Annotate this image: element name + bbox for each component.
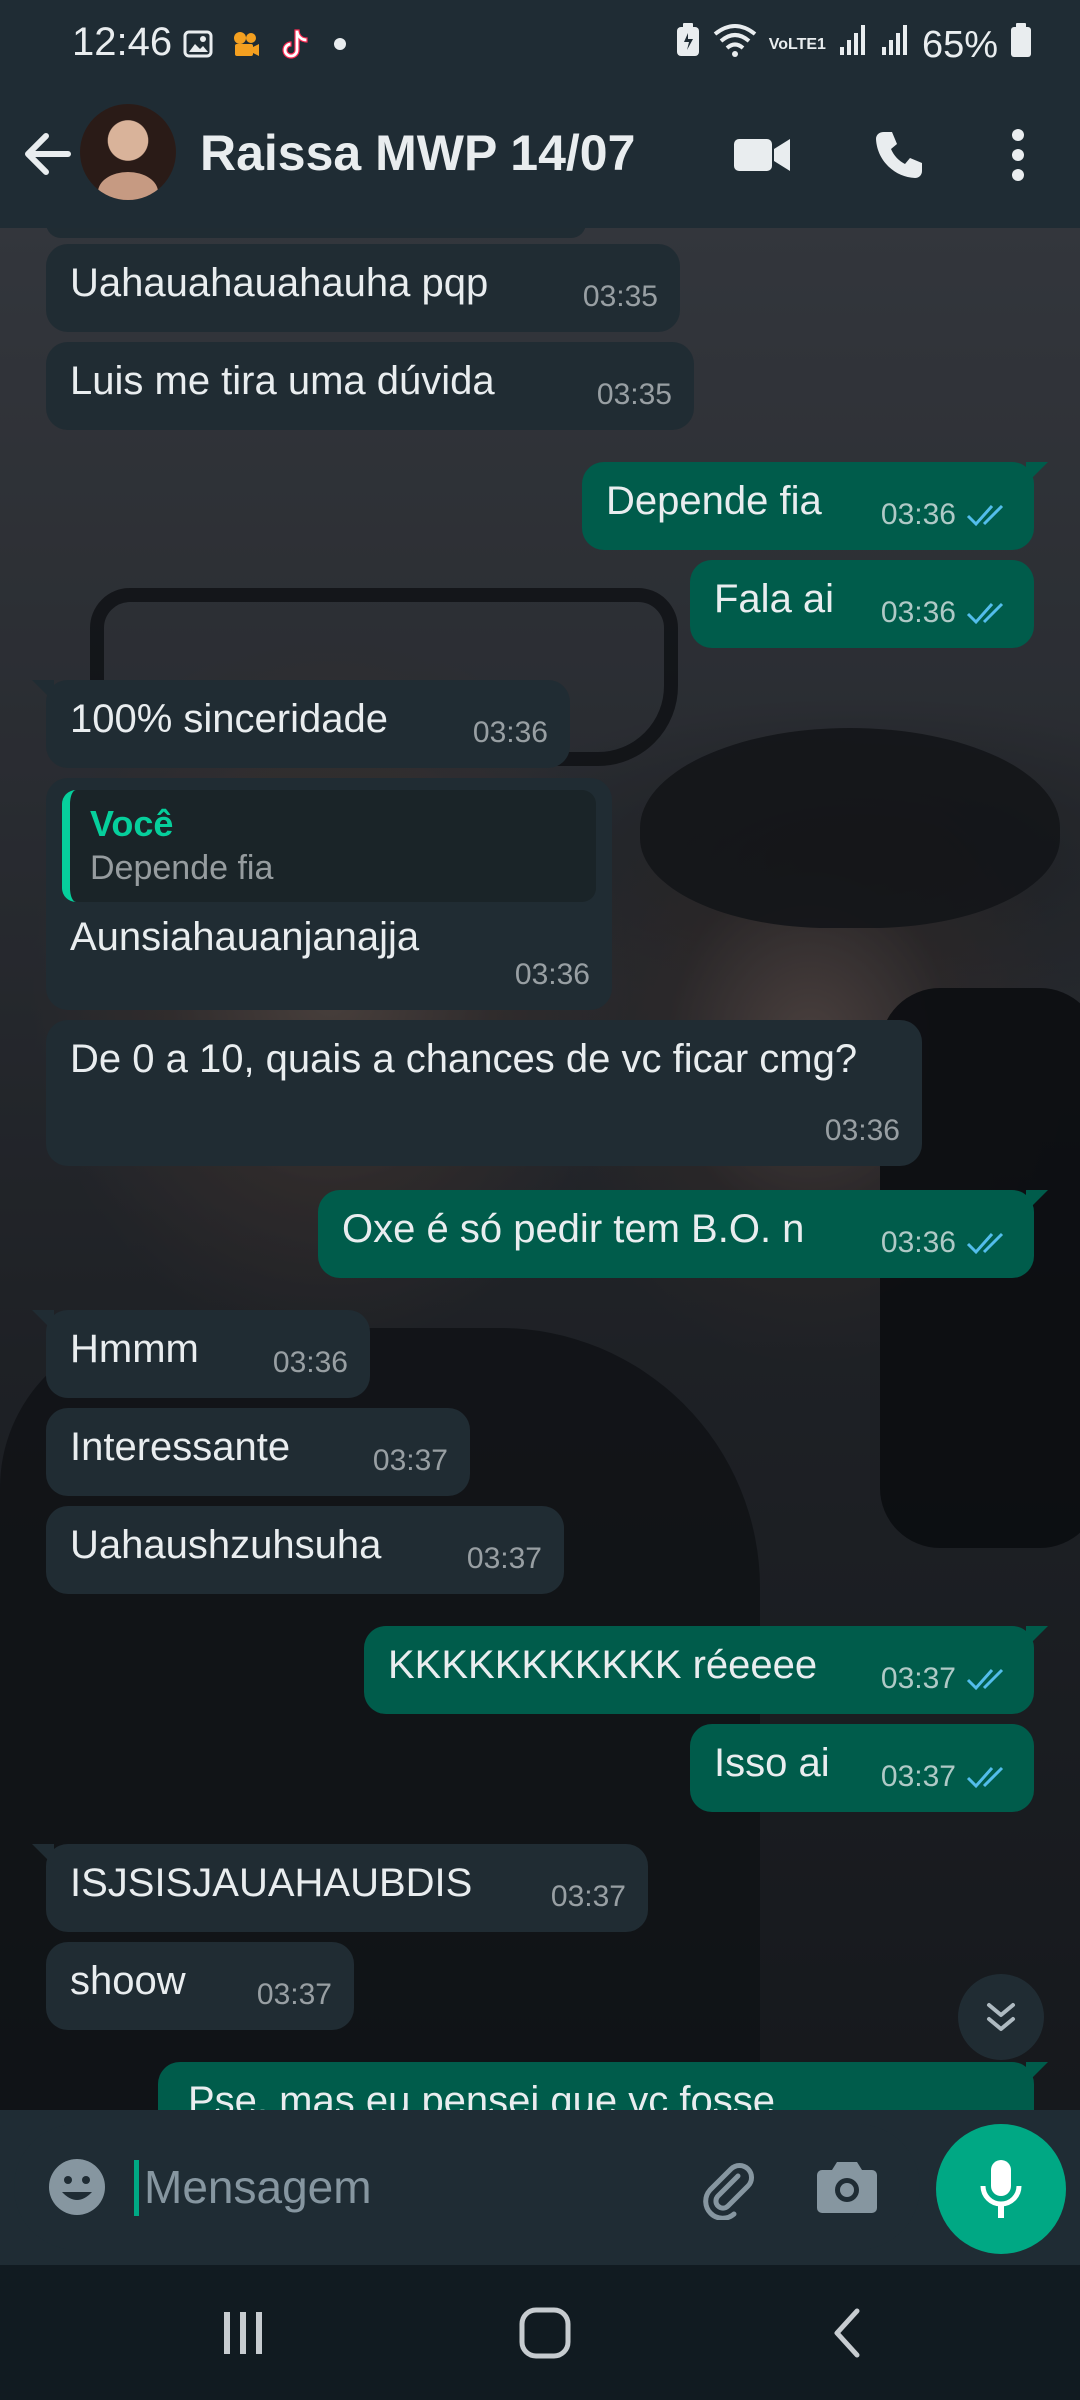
phone-icon[interactable]	[864, 120, 934, 190]
avatar[interactable]	[80, 104, 176, 200]
message-time: 03:36	[472, 716, 548, 749]
message-time: 03:37	[256, 1978, 332, 2011]
status-time: 12:46	[72, 20, 173, 64]
message-bubble-partial	[46, 228, 586, 238]
message-input-container[interactable]	[14, 2124, 920, 2250]
back-nav-icon[interactable]	[802, 2295, 892, 2371]
message-outgoing[interactable]: Oxe é só pedir tem B.O. n 03:36	[318, 1190, 1048, 1278]
double-chevron-down-icon	[987, 2003, 1015, 2031]
chat-area[interactable]: Uahauahauahauha pqp 03:35 Luis me tira u…	[0, 228, 1080, 2110]
read-ticks-icon	[966, 1232, 1004, 1255]
message-time: 03:36	[880, 1226, 956, 1259]
message-outgoing-partial[interactable]: Pse, mas eu pensei que vc fosse	[158, 2062, 1048, 2110]
message-text: shoow	[70, 1959, 186, 2003]
video-call-icon[interactable]	[727, 120, 797, 190]
message-text: Oxe é só pedir tem B.O. n	[342, 1207, 805, 1251]
message-time: 03:37	[466, 1542, 542, 1575]
message-incoming[interactable]: Luis me tira uma dúvida 03:35	[46, 342, 694, 430]
system-nav-bar	[0, 2265, 1080, 2400]
message-input[interactable]	[134, 2152, 704, 2222]
home-icon[interactable]	[500, 2295, 590, 2371]
message-time: 03:37	[880, 1662, 956, 1695]
message-incoming-reply[interactable]: Você Depende fia Aunsiahauanjanajja 03:3…	[46, 778, 612, 1010]
message-text: Aunsiahauanjanajja	[70, 915, 420, 959]
message-text: Uahaushzuhsuha	[70, 1523, 382, 1567]
message-time: 03:35	[596, 378, 672, 411]
message-incoming[interactable]: De 0 a 10, quais a chances de vc ficar c…	[46, 1020, 922, 1166]
message-time: 03:35	[582, 280, 658, 313]
message-outgoing[interactable]: KKKKKKKKKKK réeeee 03:37	[364, 1626, 1048, 1714]
more-vertical-icon[interactable]	[983, 120, 1053, 190]
battery-saver-icon	[675, 22, 701, 68]
camera-icon[interactable]	[814, 2156, 880, 2222]
message-time: 03:36	[272, 1346, 348, 1379]
contact-name[interactable]: Raissa MWP 14/07	[200, 124, 635, 182]
message-text: 100% sinceridade	[70, 697, 388, 741]
recent-apps-icon[interactable]	[198, 2295, 288, 2371]
signal-icon	[880, 23, 910, 67]
read-ticks-icon	[966, 1766, 1004, 1789]
volte-label: VoLTE1	[768, 36, 826, 53]
message-text: Depende fia	[606, 479, 822, 523]
message-outgoing[interactable]: Depende fia 03:36	[582, 462, 1048, 550]
message-time: 03:36	[880, 596, 956, 629]
message-incoming[interactable]: 100% sinceridade 03:36	[32, 680, 570, 768]
message-text: Fala ai	[714, 577, 835, 621]
message-incoming[interactable]: Hmmm 03:36	[32, 1310, 370, 1398]
message-text: Luis me tira uma dúvida	[70, 359, 495, 403]
signal-icon	[838, 23, 868, 67]
notification-icons	[182, 28, 346, 60]
status-bar: 12:46 VoLTE1 65%	[0, 0, 1080, 90]
read-ticks-icon	[966, 1668, 1004, 1691]
message-incoming[interactable]: Interessante 03:37	[46, 1408, 470, 1496]
quote-author: Você	[90, 803, 174, 844]
mic-icon	[980, 2160, 1022, 2218]
system-icons: VoLTE1 65%	[675, 22, 1032, 68]
message-time: 03:36	[824, 1114, 900, 1147]
whatsapp-chat-screen: 12:46 VoLTE1 65% Raissa MWP 14/07 Uahaua…	[0, 0, 1080, 2400]
message-text: Pse, mas eu pensei que vc fosse	[188, 2079, 775, 2110]
message-time: 03:37	[880, 1760, 956, 1793]
message-time: 03:36	[880, 498, 956, 531]
read-ticks-icon	[966, 504, 1004, 527]
quoted-message[interactable]: Você Depende fia	[62, 790, 596, 902]
message-text: KKKKKKKKKKK réeeee	[388, 1643, 818, 1687]
message-composer	[0, 2110, 1080, 2265]
scroll-to-bottom-button[interactable]	[958, 1974, 1044, 2060]
message-time: 03:37	[550, 1880, 626, 1913]
message-text: Interessante	[70, 1425, 291, 1469]
message-text: Hmmm	[70, 1327, 199, 1371]
wifi-icon	[713, 22, 757, 68]
mic-button[interactable]	[936, 2124, 1066, 2254]
emoji-icon[interactable]	[44, 2154, 110, 2220]
notification-dot	[334, 38, 346, 50]
video-app-icon	[230, 28, 262, 60]
message-incoming[interactable]: shoow 03:37	[46, 1942, 354, 2030]
message-text: Isso ai	[714, 1741, 830, 1785]
read-ticks-icon	[966, 602, 1004, 625]
battery-icon	[1010, 22, 1032, 68]
battery-percent: 65%	[921, 23, 998, 66]
gallery-icon	[182, 28, 214, 60]
message-outgoing[interactable]: Isso ai 03:37	[690, 1724, 1034, 1812]
tiktok-icon	[278, 28, 310, 60]
message-incoming[interactable]: ISJSISJAUAHAUBDIS 03:37	[32, 1844, 648, 1932]
quote-text: Depende fia	[90, 849, 274, 887]
message-time: 03:37	[372, 1444, 448, 1477]
message-text: ISJSISJAUAHAUBDIS	[70, 1861, 473, 1905]
message-outgoing[interactable]: Fala ai 03:36	[690, 560, 1034, 648]
message-text: De 0 a 10, quais a chances de vc ficar c…	[70, 1037, 858, 1081]
back-arrow-icon[interactable]	[18, 124, 78, 184]
message-incoming[interactable]: Uahaushzuhsuha 03:37	[46, 1506, 564, 1594]
message-incoming[interactable]: Uahauahauahauha pqp 03:35	[46, 244, 680, 332]
message-text: Uahauahauahauha pqp	[70, 261, 489, 305]
message-time: 03:36	[514, 958, 590, 991]
chat-header: Raissa MWP 14/07	[0, 90, 1080, 228]
attach-icon[interactable]	[694, 2154, 760, 2221]
